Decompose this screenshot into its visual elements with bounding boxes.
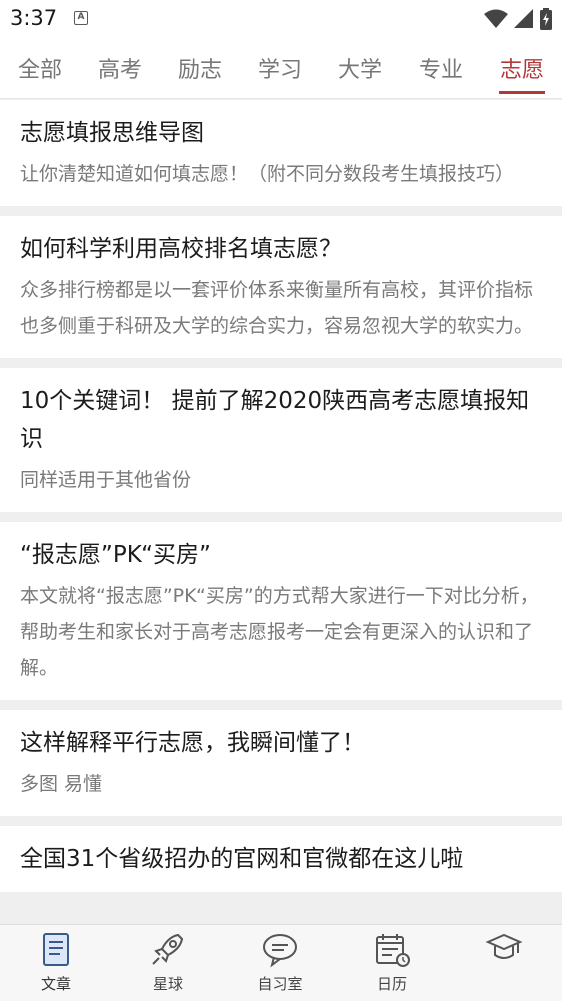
article-card[interactable]: 全国31个省级招办的官网和官微都在这儿啦 xyxy=(0,826,562,892)
article-title: “报志愿”PK“买房” xyxy=(20,542,211,568)
tab-inspiration[interactable]: 励志 xyxy=(172,52,228,84)
article-card[interactable]: 志愿填报思维导图 让你清楚知道如何填志愿！（附不同分数段考生填报技巧） xyxy=(0,100,562,206)
notification-a-icon: A xyxy=(74,11,88,25)
nav-label-articles: 文章 xyxy=(40,975,71,993)
battery-icon xyxy=(540,8,552,30)
nav-study-room[interactable]: 自习室 xyxy=(224,925,336,1001)
article-card[interactable]: 10个关键词！ 提前了解2020陕西高考志愿填报知识 同样适用于其他省份 xyxy=(0,368,562,512)
nav-articles[interactable]: 文章 xyxy=(0,925,112,1001)
tab-application[interactable]: 志愿 xyxy=(494,52,550,84)
bottom-navigation: 文章 星球 自习室 日历 xyxy=(0,924,562,1001)
status-bar: 3:37 A xyxy=(0,0,562,38)
article-summary: 众多排行榜都是以一套评价体系来衡量所有高校，其评价指标也多侧重于科研及大学的综合… xyxy=(20,279,534,337)
rocket-icon xyxy=(152,933,184,965)
wifi-icon xyxy=(484,9,508,28)
nav-label-study-room: 自习室 xyxy=(257,975,303,993)
chat-icon xyxy=(263,934,297,968)
tab-gaokao[interactable]: 高考 xyxy=(92,52,148,84)
article-card[interactable]: 这样解释平行志愿，我瞬间懂了！ 多图 易懂 xyxy=(0,710,562,816)
article-icon xyxy=(43,933,69,966)
article-title: 10个关键词！ 提前了解2020陕西高考志愿填报知识 xyxy=(20,388,530,452)
article-summary: 本文就将“报志愿”PK“买房”的方式帮大家进行一下对比分析，帮助考生和家长对于高… xyxy=(20,585,539,679)
article-title: 如何科学利用高校排名填志愿？ xyxy=(20,236,342,262)
article-summary: 让你清楚知道如何填志愿！（附不同分数段考生填报技巧） xyxy=(20,163,515,185)
tab-all[interactable]: 全部 xyxy=(12,52,68,84)
calendar-icon xyxy=(376,934,410,967)
nav-profile[interactable] xyxy=(448,925,560,1001)
article-feed[interactable]: 志愿填报思维导图 让你清楚知道如何填志愿！（附不同分数段考生填报技巧） 如何科学… xyxy=(0,100,562,924)
active-tab-indicator xyxy=(499,91,545,94)
nav-label-planet: 星球 xyxy=(152,975,183,993)
graduate-icon xyxy=(485,933,523,959)
tab-university[interactable]: 大学 xyxy=(332,52,388,84)
status-icons xyxy=(484,8,552,30)
category-tab-bar: 全部 高考 励志 学习 大学 专业 志愿 xyxy=(0,38,562,99)
article-title: 志愿填报思维导图 xyxy=(20,120,204,146)
article-summary: 多图 易懂 xyxy=(20,773,103,795)
article-card[interactable]: “报志愿”PK“买房” 本文就将“报志愿”PK“买房”的方式帮大家进行一下对比分… xyxy=(0,522,562,700)
nav-planet[interactable]: 星球 xyxy=(112,925,224,1001)
article-card[interactable]: 如何科学利用高校排名填志愿？ 众多排行榜都是以一套评价体系来衡量所有高校，其评价… xyxy=(0,216,562,358)
tab-study[interactable]: 学习 xyxy=(252,52,308,84)
article-title: 全国31个省级招办的官网和官微都在这儿啦 xyxy=(20,846,464,872)
article-title: 这样解释平行志愿，我瞬间懂了！ xyxy=(20,730,365,756)
nav-calendar[interactable]: 日历 xyxy=(336,925,448,1001)
nav-label-calendar: 日历 xyxy=(376,975,407,993)
article-summary: 同样适用于其他省份 xyxy=(20,469,192,491)
status-time: 3:37 xyxy=(10,6,58,30)
signal-icon xyxy=(514,9,533,28)
tab-major[interactable]: 专业 xyxy=(413,52,469,84)
